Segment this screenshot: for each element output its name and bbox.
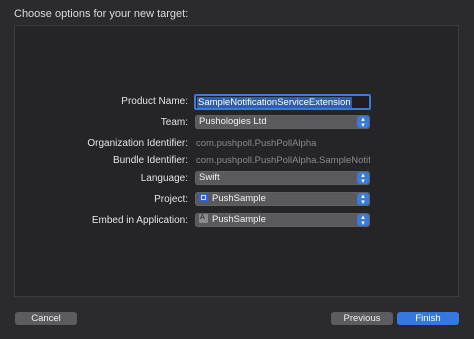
xcode-project-icon [199,193,208,202]
team-popup[interactable]: Pushologies Ltd ▴ ▾ [195,115,370,129]
bundle-identifier-label: Bundle Identifier: [112,155,188,166]
chevron-updown-icon: ▴ ▾ [357,116,369,129]
language-value: Swift [199,172,220,183]
product-name-input[interactable]: SampleNotificationServiceExtension [194,94,371,110]
product-name-value: SampleNotificationServiceExtension [197,97,352,108]
organization-identifier-value: com.pushpoll.PushPollAlpha [196,138,317,149]
language-label: Language: [140,173,188,184]
new-target-dialog: Choose options for your new target: Prod… [0,0,474,339]
project-value: PushSample [212,193,266,204]
chevron-updown-icon: ▴ ▾ [357,193,369,206]
team-value: Pushologies Ltd [199,116,267,127]
embed-in-application-value: PushSample [212,214,266,225]
bundle-identifier-value: com.pushpoll.PushPollAlpha.SampleNotific… [196,155,370,166]
product-name-label: Product Name: [121,96,188,107]
cancel-button[interactable]: Cancel [15,312,77,325]
finish-button[interactable]: Finish [397,312,459,325]
embed-in-application-popup[interactable]: PushSample ▴▾ [195,213,370,227]
organization-identifier-label: Organization Identifier: [87,138,188,149]
app-target-icon [199,213,208,225]
chevron-updown-icon: ▴ ▾ [357,214,369,227]
previous-button[interactable]: Previous [331,312,393,325]
dialog-heading: Choose options for your new target: [14,8,189,20]
embed-in-application-label: Embed in Application: [91,215,188,226]
project-popup[interactable]: PushSample ▴ ▾ [195,192,370,206]
chevron-updown-icon: ▴ ▾ [357,172,369,185]
team-label: Team: [160,117,188,128]
language-popup[interactable]: Swift ▴ ▾ [195,171,370,185]
project-label: Project: [154,194,188,205]
